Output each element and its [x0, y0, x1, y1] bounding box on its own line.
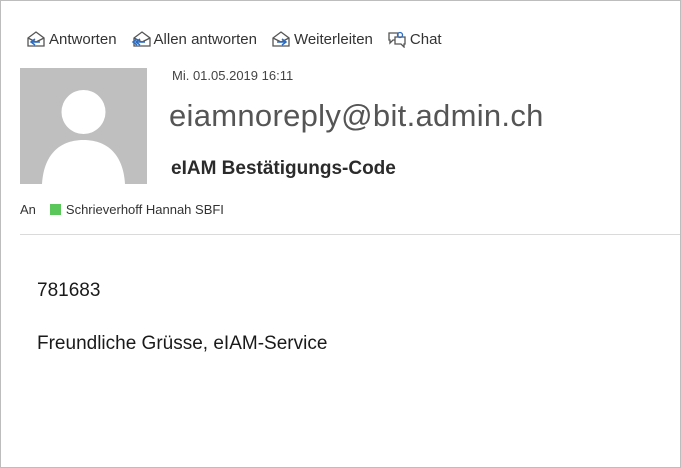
email-reading-pane: Antworten Allen antworten Weiterleiten C…	[0, 0, 681, 468]
confirmation-code: 781683	[37, 280, 101, 301]
chat-icon	[388, 31, 406, 48]
chat-button[interactable]: Chat	[387, 30, 442, 48]
forward-button[interactable]: Weiterleiten	[271, 30, 373, 48]
sender-address[interactable]: eiamnoreply@bit.admin.ch	[169, 98, 544, 134]
reply-all-icon	[131, 31, 151, 47]
forward-label: Weiterleiten	[293, 30, 373, 48]
forward-icon	[272, 31, 290, 47]
recipient-name[interactable]: Schrieverhoff Hannah SBFI	[66, 202, 224, 217]
signature-greeting: Freundliche Grüsse, eIAM-Service	[37, 333, 328, 354]
reply-button[interactable]: Antworten	[26, 30, 117, 48]
reply-icon	[27, 31, 45, 47]
recipients-line: An Schrieverhoff Hannah SBFI	[20, 202, 224, 217]
chat-label: Chat	[409, 30, 442, 48]
reply-all-label: Allen antworten	[153, 30, 257, 48]
message-toolbar: Antworten Allen antworten Weiterleiten C…	[26, 30, 456, 48]
to-label: An	[20, 202, 36, 217]
header-divider	[20, 234, 680, 235]
presence-status-icon	[49, 204, 61, 215]
reply-all-button[interactable]: Allen antworten	[131, 30, 257, 48]
sender-avatar	[20, 68, 147, 184]
reply-label: Antworten	[49, 30, 117, 48]
message-datetime: Mi. 01.05.2019 16:11	[172, 68, 294, 83]
default-avatar-icon	[20, 68, 147, 184]
message-subject: eIAM Bestätigungs-Code	[171, 158, 396, 179]
